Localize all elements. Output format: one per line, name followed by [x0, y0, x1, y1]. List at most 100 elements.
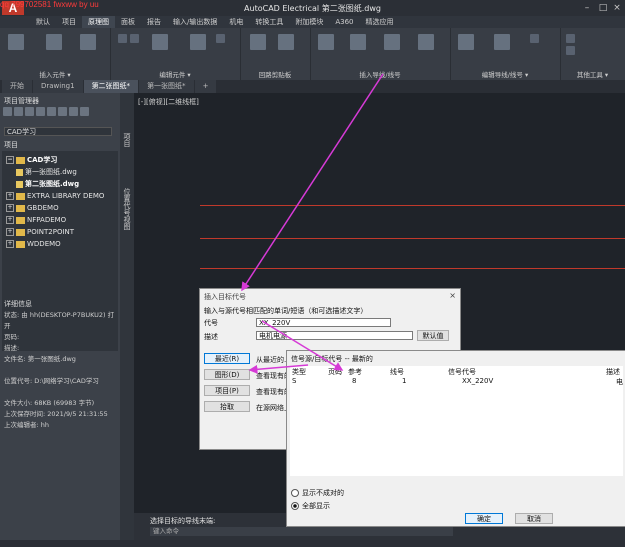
- recent-button[interactable]: 最近(R): [204, 353, 250, 364]
- detail-line: 页码:: [4, 333, 20, 341]
- code-input[interactable]: XX_220V: [256, 318, 391, 327]
- ribbon-tab[interactable]: 项目: [56, 16, 82, 28]
- tree-item-label: NFPADEMO: [27, 216, 67, 224]
- expand-icon[interactable]: +: [6, 192, 14, 200]
- ribbon-group-other-tools: 其他工具 ▾: [560, 28, 625, 80]
- tree-item[interactable]: + NFPADEMO: [6, 215, 66, 226]
- tree-item[interactable]: + EXTRA LIBRARY DEMO: [6, 191, 104, 202]
- viewport-label[interactable]: [-][俯视][二维线框]: [138, 97, 199, 107]
- ribbon-tab[interactable]: 报告: [141, 16, 167, 28]
- description-label: 描述: [204, 333, 218, 341]
- expand-icon[interactable]: +: [6, 204, 14, 212]
- wire-line[interactable]: [200, 205, 625, 206]
- tree-item[interactable]: − CAD学习: [6, 155, 57, 166]
- ribbon-tab[interactable]: 输入/输出数据: [167, 16, 223, 28]
- wire-icon[interactable]: [318, 34, 334, 50]
- ribbon-tab[interactable]: 机电: [223, 16, 249, 28]
- source-arrow-icon[interactable]: [418, 34, 434, 50]
- multi-wire-bus-icon[interactable]: [350, 34, 366, 50]
- document-tab[interactable]: 开始: [2, 80, 32, 93]
- ribbon-tab[interactable]: 转换工具: [249, 16, 289, 28]
- close-icon[interactable]: ×: [610, 2, 624, 14]
- trim-wire-icon[interactable]: [458, 34, 474, 50]
- description-input[interactable]: 电机电源: [256, 331, 413, 340]
- maximize-icon[interactable]: □: [596, 2, 610, 14]
- ribbon-tab[interactable]: A360: [329, 16, 359, 28]
- delete-component-icon[interactable]: [190, 34, 206, 50]
- insert-component-list-icon[interactable]: [46, 34, 62, 50]
- icon-menu-icon[interactable]: [80, 34, 96, 50]
- default-button[interactable]: 默认值: [417, 330, 449, 341]
- wire-type-icon[interactable]: [530, 34, 539, 43]
- radio-unpaired[interactable]: 显示不成对的: [291, 488, 344, 498]
- tool-icon[interactable]: [566, 46, 575, 55]
- tree-item[interactable]: + POINT2POINT: [6, 227, 74, 238]
- ok-button[interactable]: 确定: [465, 513, 503, 524]
- insert-component-icon[interactable]: [8, 34, 24, 50]
- detail-line: 文件名: 第一张图纸.dwg: [4, 355, 76, 363]
- new-drawing-icon[interactable]: [25, 107, 34, 116]
- command-prompt: 选择目标的导线末端:: [150, 517, 216, 525]
- ribbon-tab[interactable]: 默认: [30, 16, 56, 28]
- signal-list: S 8 1 XX_220V 电: [290, 376, 623, 476]
- paste-icon[interactable]: [278, 34, 294, 50]
- table-row[interactable]: S 8 1 XX_220V 电: [290, 377, 623, 386]
- new-project-icon[interactable]: [14, 107, 23, 116]
- copy-icon[interactable]: [130, 34, 139, 43]
- ribbon-tab[interactable]: 精选应用: [360, 16, 400, 28]
- minimize-icon[interactable]: –: [580, 2, 594, 14]
- detail-line: 状态: 由 hh(DESKTOP-P7BUKU2) 打: [4, 311, 115, 319]
- expand-icon[interactable]: +: [6, 228, 14, 236]
- document-tab[interactable]: 第二张图纸*: [83, 80, 139, 93]
- project-button[interactable]: 项目(P): [204, 385, 250, 396]
- radio-show-all[interactable]: 全部显示: [291, 501, 330, 511]
- wire-line[interactable]: [200, 268, 625, 269]
- expand-icon[interactable]: +: [6, 240, 14, 248]
- tree-item[interactable]: + WDDEMO: [6, 239, 61, 250]
- tree-item[interactable]: + GBDEMO: [6, 203, 59, 214]
- close-icon[interactable]: ×: [449, 291, 456, 300]
- ribbon-tab[interactable]: 原理图: [82, 16, 115, 28]
- stretch-wire-icon[interactable]: [494, 34, 510, 50]
- new-tab-button[interactable]: +: [194, 80, 217, 93]
- tab-location-view[interactable]: 位置代号视图: [122, 188, 132, 230]
- tree-item[interactable]: 第二张图纸.dwg: [16, 179, 79, 190]
- document-tab[interactable]: 第一张图纸*: [139, 80, 194, 93]
- document-tab[interactable]: Drawing1: [33, 80, 83, 93]
- project-toolbar: [3, 107, 89, 119]
- detail-line: 上次编辑者: hh: [4, 421, 49, 429]
- tab-project[interactable]: 项目: [122, 133, 132, 147]
- edit-component-icon[interactable]: [152, 34, 168, 50]
- tool-icon[interactable]: [566, 34, 575, 43]
- open-project-icon[interactable]: [3, 107, 12, 116]
- wire-number-icon[interactable]: [384, 34, 400, 50]
- folder-icon: [16, 228, 25, 236]
- project-properties-icon[interactable]: [47, 107, 56, 116]
- group-label: 插入元件 ▾: [39, 71, 71, 79]
- expand-icon[interactable]: −: [6, 156, 14, 164]
- ribbon-tab[interactable]: 附加模块: [289, 16, 329, 28]
- settings-icon[interactable]: [80, 107, 89, 116]
- cell-reference: 8: [352, 377, 357, 385]
- radio-dot: [291, 502, 299, 510]
- drawing-file-icon: [16, 180, 23, 188]
- refresh-icon[interactable]: [36, 107, 45, 116]
- drawing-button[interactable]: 图形(D): [204, 369, 250, 380]
- cut-icon[interactable]: [250, 34, 266, 50]
- plot-icon[interactable]: [69, 107, 78, 116]
- cell-wire-number: 1: [402, 377, 407, 385]
- drawing-list-icon[interactable]: [58, 107, 67, 116]
- expand-icon[interactable]: +: [6, 216, 14, 224]
- tree-item[interactable]: 第一张图纸.dwg: [16, 167, 77, 178]
- project-combo[interactable]: CAD学习: [4, 127, 112, 136]
- move-icon[interactable]: [118, 34, 127, 43]
- ribbon-tab[interactable]: 面板: [115, 16, 141, 28]
- cancel-button[interactable]: 取消: [515, 513, 553, 524]
- wire-line[interactable]: [200, 238, 625, 239]
- pick-button[interactable]: 拾取: [204, 401, 250, 412]
- tree-item-label: 第一张图纸.dwg: [25, 168, 77, 176]
- align-icon[interactable]: [216, 34, 225, 43]
- detail-line: 上次保存时间: 2021/9/5 21:31:55: [4, 410, 108, 418]
- radio-dot: [291, 489, 299, 497]
- command-input[interactable]: 键入命令: [150, 527, 453, 536]
